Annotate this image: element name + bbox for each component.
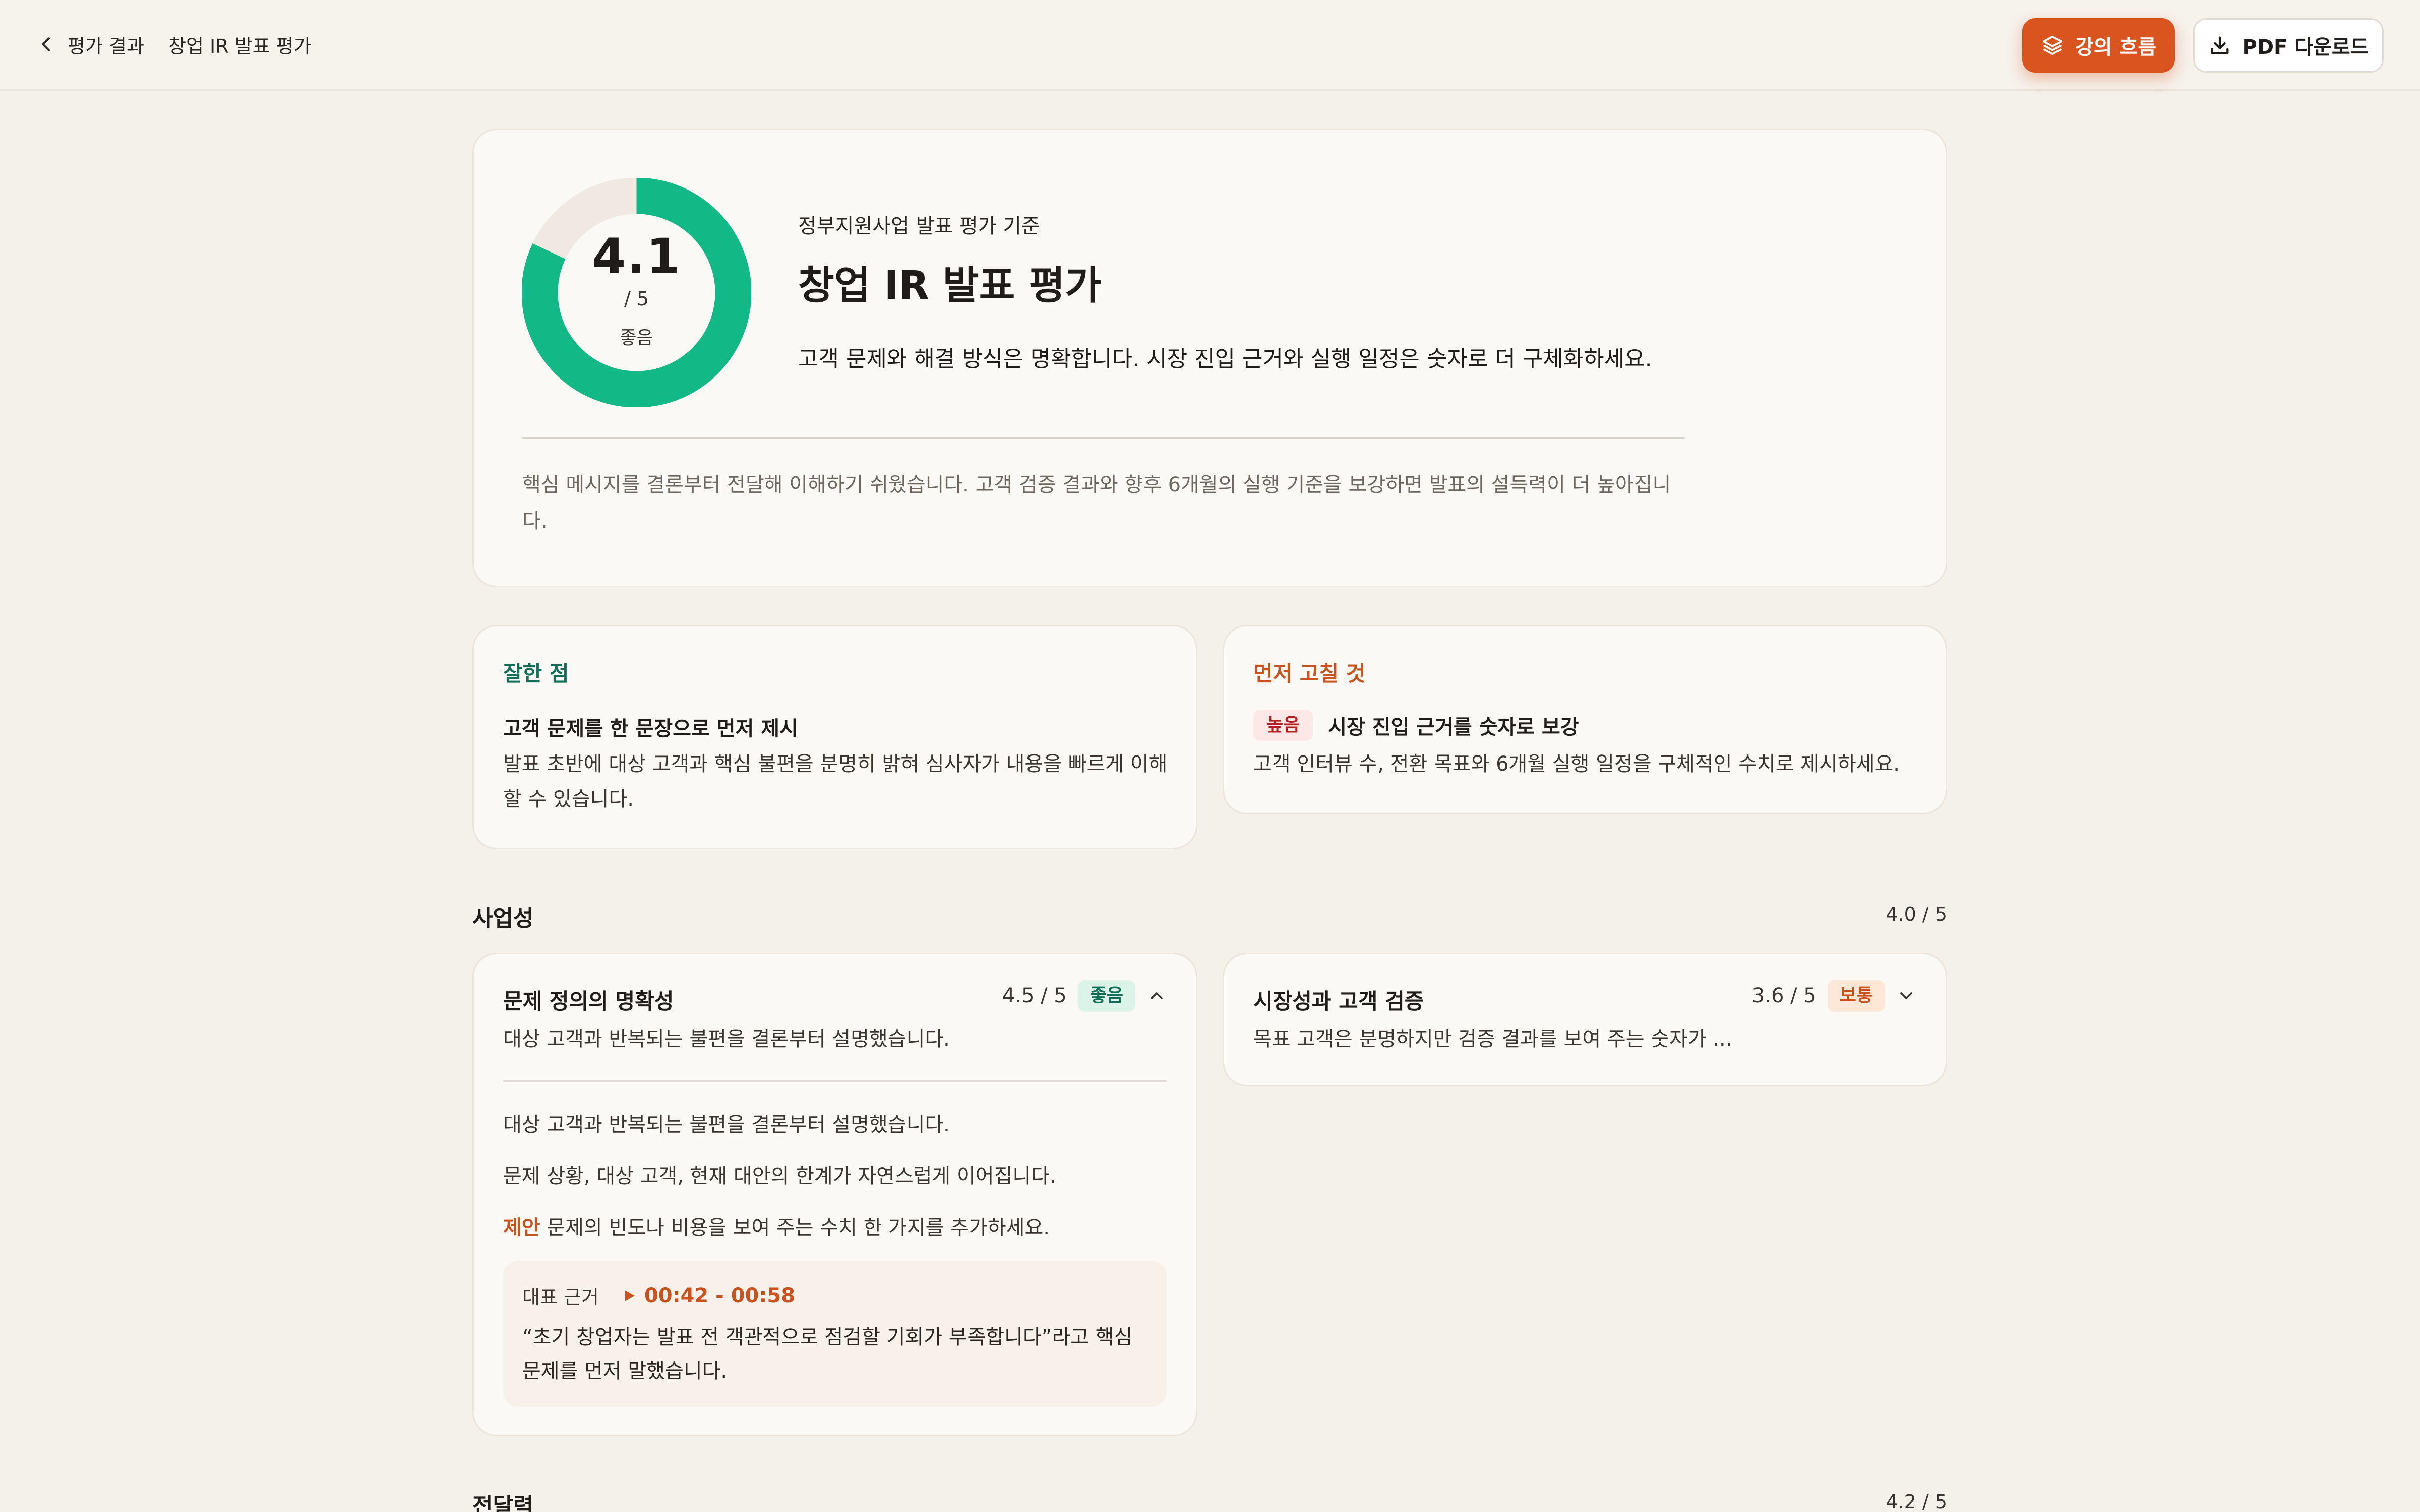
criterion-detail-1: 대상 고객과 반복되는 불편을 결론부터 설명했습니다. — [503, 1113, 950, 1137]
criterion-title: 문제 정의의 명확성 — [503, 989, 674, 1014]
score-donut: 4.1 / 5 좋음 — [522, 178, 751, 407]
pdf-download-button[interactable]: PDF 다운로드 — [2193, 18, 2384, 73]
evidence-label: 대표 근거 — [522, 1286, 599, 1308]
criterion-score: 4.5 / 5 — [1002, 984, 1067, 1007]
criterion-score: 3.6 / 5 — [1751, 984, 1817, 1007]
section-score-delivery: 4.2 / 5 — [1886, 1491, 1947, 1512]
section-score-business: 4.0 / 5 — [1886, 903, 1947, 925]
criterion-badge: 좋음 — [1077, 980, 1135, 1012]
criterion-card-problem-definition[interactable]: 문제 정의의 명확성 4.5 / 5 좋음 대상 고객과 반복되는 불편을 결론… — [472, 953, 1197, 1436]
strengths-card: 잘한 점 고객 문제를 한 문장으로 먼저 제시 발표 초반에 대상 고객과 핵… — [472, 625, 1197, 849]
download-icon — [2211, 36, 2228, 54]
lecture-flow-label: 강의 흐름 — [2075, 36, 2157, 59]
criterion-title: 시장성과 고객 검증 — [1253, 989, 1424, 1014]
score-out-of: / 5 — [624, 288, 649, 310]
fixes-row: 높음 시장 진입 근거를 숫자로 보강 — [1253, 710, 1579, 741]
chevron-up-icon[interactable] — [1146, 986, 1167, 1006]
evaluation-criteria-label: 정부지원사업 발표 평가 기준 — [798, 215, 1040, 238]
summary-title: 창업 IR 발표 평가 — [798, 263, 1102, 308]
chevron-down-icon[interactable] — [1896, 986, 1916, 1006]
strengths-heading: 잘한 점 — [503, 661, 569, 686]
criterion-detail-2: 문제 상황, 대상 고객, 현재 대안의 한계가 자연스럽게 이어집니다. — [503, 1165, 1056, 1188]
pdf-download-label: PDF 다운로드 — [2242, 36, 2369, 59]
evidence-timestamp-button[interactable]: 00:42 - 00:58 — [621, 1284, 795, 1307]
layers-icon — [2042, 35, 2063, 55]
evidence-timestamp: 00:42 - 00:58 — [644, 1284, 796, 1307]
score-grade: 좋음 — [620, 328, 653, 348]
fixes-card: 먼저 고칠 것 높음 시장 진입 근거를 숫자로 보강 고객 인터뷰 수, 전환… — [1223, 625, 1947, 814]
summary-divider — [522, 437, 1684, 439]
evidence-header: 대표 근거 00:42 - 00:58 — [522, 1282, 795, 1309]
evidence-quote: “초기 창업자는 발표 전 객관적으로 점검할 기회가 부족합니다”라고 핵심 … — [522, 1326, 1133, 1383]
criterion-score-group: 3.6 / 5 보통 — [1752, 980, 1916, 1012]
back-button[interactable]: 평가 결과 — [36, 29, 144, 59]
criterion-divider — [503, 1080, 1167, 1082]
summary-body: 핵심 메시지를 결론부터 전달해 이해하기 쉬웠습니다. 고객 검증 결과와 향… — [522, 473, 1671, 533]
strengths-title: 고객 문제를 한 문장으로 먼저 제시 — [503, 717, 798, 740]
top-bar: 평가 결과 창업 IR 발표 평가 강의 흐름 PDF 다운로드 — [0, 0, 2420, 91]
criterion-card-market-validation[interactable]: 시장성과 고객 검증 3.6 / 5 보통 목표 고객은 분명하지만 검증 결과… — [1223, 953, 1947, 1086]
section-title-delivery: 전달력 — [472, 1493, 534, 1512]
overall-score: 4.1 — [592, 228, 681, 285]
criterion-summary: 목표 고객은 분명하지만 검증 결과를 보여 주는 숫자가 ... — [1253, 1028, 1732, 1051]
back-label: 평가 결과 — [68, 35, 144, 57]
section-title-business: 사업성 — [472, 906, 534, 931]
evidence-box: 대표 근거 00:42 - 00:58 “초기 창업자는 발표 전 객관적으로 … — [503, 1261, 1167, 1407]
fixes-title: 시장 진입 근거를 숫자로 보강 — [1328, 716, 1579, 739]
play-icon — [625, 1290, 635, 1301]
criterion-suggestion: 제안 문제의 빈도나 비용을 보여 주는 수치 한 가지를 추가하세요. — [503, 1211, 1050, 1240]
summary-card: 4.1 / 5 좋음 정부지원사업 발표 평가 기준 창업 IR 발표 평가 고… — [472, 129, 1947, 587]
suggestion-label: 제안 — [503, 1216, 540, 1239]
criterion-badge: 보통 — [1827, 980, 1885, 1012]
priority-badge: 높음 — [1253, 710, 1313, 741]
suggestion-text: 문제의 빈도나 비용을 보여 주는 수치 한 가지를 추가하세요. — [547, 1216, 1050, 1239]
fixes-body: 고객 인터뷰 수, 전환 목표와 6개월 실행 일정을 구체적인 수치로 제시하… — [1253, 752, 1900, 776]
criterion-summary: 대상 고객과 반복되는 불편을 결론부터 설명했습니다. — [503, 1028, 950, 1051]
strengths-body: 발표 초반에 대상 고객과 핵심 불편을 분명히 밝혀 심사자가 내용을 빠르게… — [503, 752, 1168, 811]
page-title: 창업 IR 발표 평가 — [168, 35, 312, 57]
lecture-flow-button[interactable]: 강의 흐름 — [2022, 18, 2175, 73]
criterion-score-group: 4.5 / 5 좋음 — [1002, 980, 1167, 1012]
fixes-heading: 먼저 고칠 것 — [1253, 661, 1366, 686]
chevron-left-icon — [42, 37, 50, 51]
summary-lead: 고객 문제와 해결 방식은 명확합니다. 시장 진입 근거와 실행 일정은 숫자… — [798, 346, 1652, 372]
